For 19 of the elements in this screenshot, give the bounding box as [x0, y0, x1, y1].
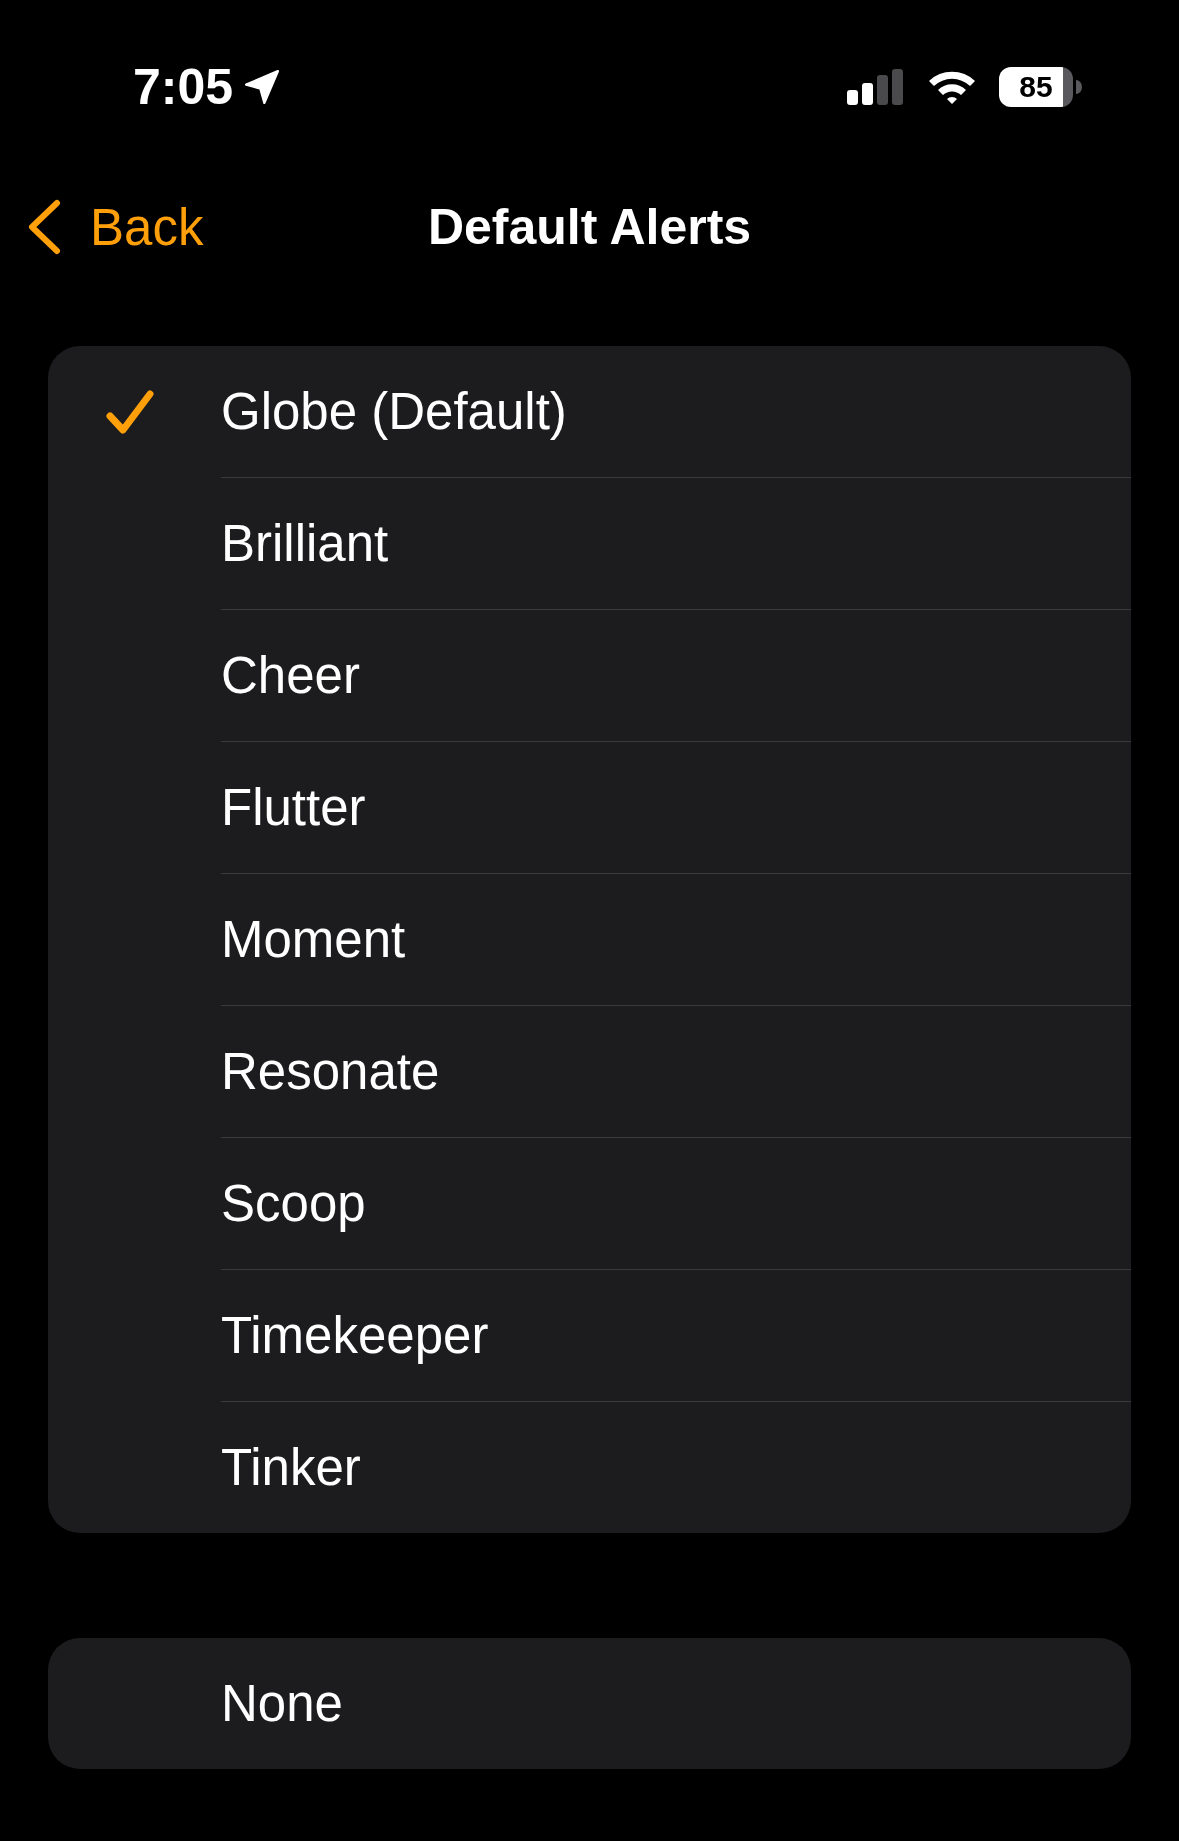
- battery-cap-icon: [1076, 80, 1082, 94]
- alert-option[interactable]: Brilliant: [48, 478, 1131, 609]
- alert-option[interactable]: Tinker: [48, 1402, 1131, 1533]
- alert-option[interactable]: Timekeeper: [48, 1270, 1131, 1401]
- alert-option[interactable]: Globe (Default): [48, 346, 1131, 477]
- alert-option[interactable]: Moment: [48, 874, 1131, 1005]
- status-time: 7:05: [133, 62, 234, 112]
- alert-option[interactable]: Cheer: [48, 610, 1131, 741]
- back-button[interactable]: Back: [26, 199, 204, 255]
- signal-icon: [847, 69, 905, 105]
- battery-indicator: 85: [999, 67, 1073, 107]
- alert-option[interactable]: Flutter: [48, 742, 1131, 873]
- alert-option[interactable]: Resonate: [48, 1006, 1131, 1137]
- chevron-left-icon: [26, 199, 62, 255]
- location-arrow-icon: [243, 68, 282, 106]
- page-title: Default Alerts: [427, 202, 752, 252]
- alert-option[interactable]: None: [48, 1638, 1131, 1769]
- wifi-icon: [927, 69, 977, 105]
- alert-option[interactable]: Scoop: [48, 1138, 1131, 1269]
